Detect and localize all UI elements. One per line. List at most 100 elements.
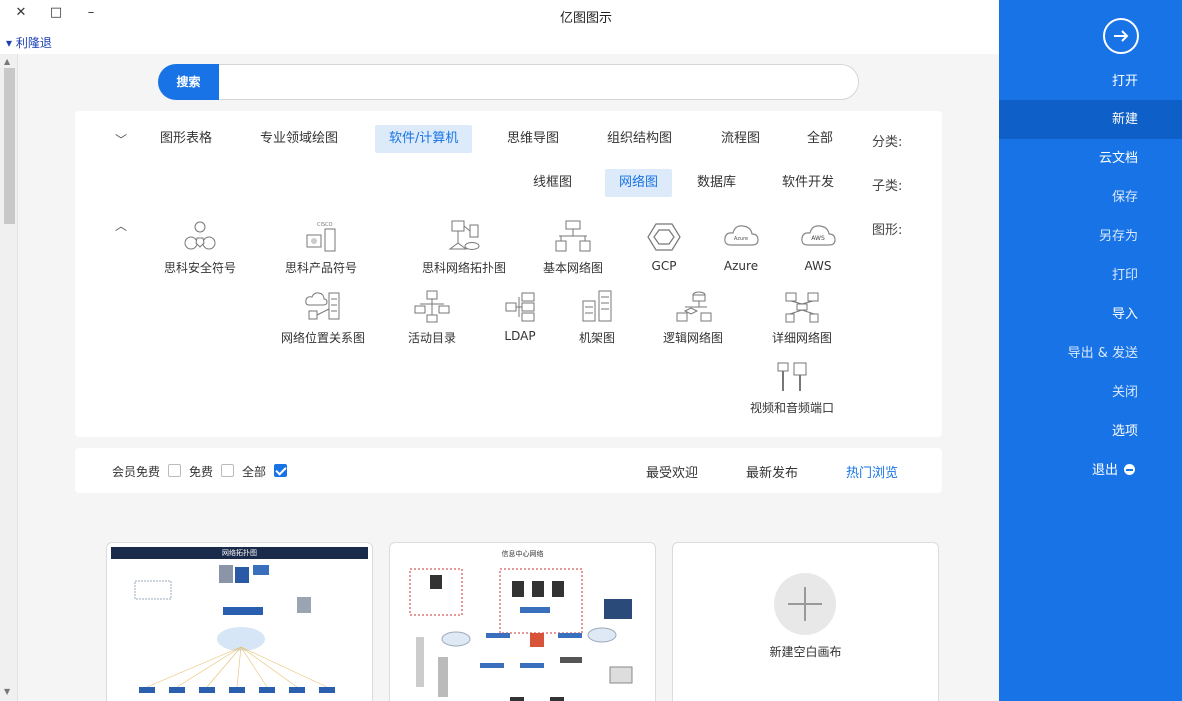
menu-line: ▾ 利隆退 (0, 30, 999, 54)
shape-cisco-security[interactable]: 思科安全符号 (145, 219, 255, 276)
scrollbar-thumb[interactable] (4, 68, 15, 224)
filter-free-label: 免费 (189, 465, 214, 479)
network-location-icon (305, 292, 340, 320)
sidebar-item-options[interactable]: 选项 (999, 412, 1182, 451)
category-software-computer[interactable]: 软件/计算机 (375, 125, 473, 153)
detailed-network-icon (785, 292, 819, 323)
shape-network-location[interactable]: 网络位置关系图 (258, 289, 388, 346)
sidebar-item-cloud-docs[interactable]: 云文档 (999, 139, 1182, 178)
shape-label: 基本网络图 (542, 261, 603, 275)
shapes-row-label: 图形: (872, 223, 903, 238)
network-diagram-icon (555, 220, 591, 252)
app-window: ✕ □ – 亿图图示 ▾ 利隆退 ▲ ▼ 搜索 分类: 全部 流程图 组织结构图… (0, 0, 1182, 701)
close-window-button[interactable]: ✕ (12, 5, 30, 20)
tab-most-popular[interactable]: 最受欢迎 (646, 462, 698, 481)
subcategory-row-label: 子类: (872, 179, 903, 194)
user-menu-link[interactable]: ▾ 利隆退 (6, 34, 52, 51)
category-flowchart[interactable]: 流程图 (713, 125, 768, 153)
shape-cisco-products[interactable]: CISCO 思科产品符号 (266, 219, 376, 276)
tab-latest[interactable]: 最新发布 (746, 462, 798, 481)
shape-label: 思科网络拓扑图 (421, 261, 506, 275)
av-port-icon (777, 362, 807, 391)
maximize-window-button[interactable]: □ (47, 5, 65, 20)
window-title: 亿图图示 (560, 11, 613, 26)
subcategory-database[interactable]: 数据库 (689, 169, 744, 197)
open-arrow-icon[interactable] (1103, 18, 1139, 54)
minimize-window-button[interactable]: – (82, 5, 100, 20)
active-directory-icon (414, 290, 450, 323)
backstage-sidebar: 打开 新建 云文档 保存 另存为 打印 导入 导出 & 发送 关闭 选项 退出 (999, 0, 1182, 701)
sidebar-item-save[interactable]: 保存 (999, 178, 1182, 217)
vertical-scrollbar[interactable]: ▲ ▼ (0, 54, 18, 701)
scroll-down-icon[interactable]: ▼ (4, 687, 10, 696)
subcategory-network[interactable]: 网络图 (605, 169, 673, 197)
title-bar: ✕ □ – 亿图图示 (0, 0, 999, 30)
sidebar-item-exit[interactable]: 退出 (999, 451, 1182, 490)
shape-label: 网络位置关系图 (280, 331, 365, 345)
aws-cloud-icon: AWS (801, 225, 836, 246)
shape-label: 详细网络图 (771, 331, 832, 345)
cisco-security-icon (184, 221, 216, 250)
arrow-right-icon (1114, 30, 1129, 42)
rack-icon (582, 290, 612, 322)
shape-cisco-topology[interactable]: 思科网络拓扑图 (394, 219, 534, 276)
sidebar-item-import[interactable]: 导入 (999, 295, 1182, 334)
filter-bar: 热门浏览 最新发布 最受欢迎 全部 免费 会员免费 (75, 448, 942, 493)
aws-icon-text: AWS (811, 235, 825, 242)
shape-active-directory[interactable]: 活动目录 (377, 289, 487, 346)
category-row-label: 分类: (872, 135, 903, 150)
search-input[interactable] (225, 71, 845, 93)
sidebar-item-export-send[interactable]: 导出 & 发送 (999, 334, 1182, 373)
sidebar-item-exit-label: 退出 (1091, 463, 1118, 478)
shape-av-ports[interactable]: 视频和音频端口 (727, 359, 857, 416)
sidebar-item-save-as[interactable]: 另存为 (999, 217, 1182, 256)
shape-label: 视频和音频端口 (749, 401, 834, 415)
gcp-hexagon-icon (647, 223, 681, 251)
tab-hot-browse[interactable]: 热门浏览 (846, 462, 898, 481)
new-blank-label: 新建空白画布 (769, 645, 842, 659)
template-card[interactable]: 网络拓扑图 (106, 542, 373, 701)
logical-network-icon (676, 291, 712, 322)
shape-label: 逻辑网络图 (662, 331, 723, 345)
category-all[interactable]: 全部 (799, 125, 841, 153)
azure-cloud-icon: Azure (724, 225, 759, 246)
card-thumbnail-network (134, 565, 335, 693)
category-graphic-tables[interactable]: 图形表格 (152, 125, 220, 153)
sidebar-item-open[interactable]: 打开 (999, 62, 1182, 101)
search-bar: 搜索 (158, 64, 859, 100)
new-blank-card[interactable]: 新建空白画布 (672, 542, 939, 701)
subcategory-software-dev[interactable]: 软件开发 (774, 169, 842, 197)
shape-detailed-network[interactable]: 详细网络图 (747, 289, 857, 346)
expand-shapes-icon[interactable]: ︿ (115, 217, 127, 234)
shape-label: 思科产品符号 (284, 261, 357, 275)
card-thumbnail-datacenter (409, 568, 633, 701)
category-org-chart[interactable]: 组织结构图 (599, 125, 680, 153)
category-panel: 分类: 全部 流程图 组织结构图 思维导图 软件/计算机 专业领域绘图 图形表格… (75, 111, 942, 437)
category-mind-map[interactable]: 思维导图 (499, 125, 567, 153)
filter-all-checkbox[interactable] (274, 464, 287, 477)
shape-label: 思科安全符号 (163, 261, 236, 275)
sidebar-item-print[interactable]: 打印 (999, 256, 1182, 295)
shape-label: 活动目录 (407, 331, 456, 345)
shape-basic-network[interactable]: 基本网络图 (518, 219, 628, 276)
collapse-categories-icon[interactable]: ﹀ (115, 131, 127, 148)
category-professional-domain[interactable]: 专业领域绘图 (252, 125, 346, 153)
filter-free-checkbox[interactable] (221, 464, 234, 477)
template-card[interactable]: 信息中心网络 (389, 542, 656, 701)
shape-logical-network[interactable]: 逻辑网络图 (638, 289, 748, 346)
search-button[interactable]: 搜索 (158, 64, 219, 100)
azure-icon-text: Azure (734, 236, 748, 242)
subcategory-wireframe[interactable]: 线框图 (525, 169, 580, 197)
cisco-topology-icon (448, 220, 480, 250)
filter-all-label: 全部 (242, 465, 267, 479)
exit-icon (1124, 464, 1135, 475)
cisco-products-icon: CISCO (306, 222, 336, 252)
scroll-up-icon[interactable]: ▲ (4, 57, 10, 66)
ldap-icon (505, 292, 535, 322)
sidebar-item-close[interactable]: 关闭 (999, 373, 1182, 412)
filter-member-free-label: 会员免费 (112, 465, 161, 479)
cisco-icon-text: CISCO (317, 222, 333, 228)
plus-icon (774, 573, 836, 635)
sidebar-item-new[interactable]: 新建 (999, 100, 1182, 139)
filter-member-free-checkbox[interactable] (168, 464, 181, 477)
